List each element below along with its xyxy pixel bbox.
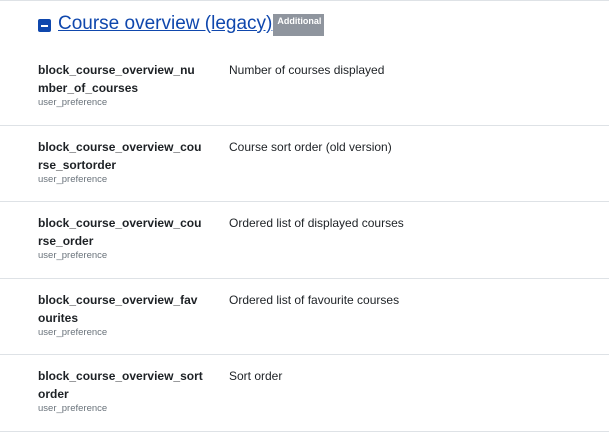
item-description: Sort order — [229, 369, 283, 383]
item-name-line: block_course_overview_cou — [38, 139, 202, 154]
item-description: Number of courses displayed — [229, 63, 385, 77]
item-name: block_course_overview_sort order — [38, 367, 210, 403]
item-name-line: order — [38, 387, 69, 401]
item-type: user_preference — [38, 326, 108, 338]
additional-badge: Additional — [273, 14, 325, 36]
section-header: Course overview (legacy) Additional — [38, 12, 325, 36]
item-type: user_preference — [38, 403, 108, 414]
item-type: user_preference — [38, 250, 108, 261]
collapse-icon[interactable] — [38, 19, 51, 32]
item-type: user_preference — [38, 173, 108, 185]
list-item: block_course_overview_cou rse_sortorder … — [0, 126, 609, 202]
privacy-registry-page: Course overview (legacy) Additional bloc… — [0, 0, 609, 432]
item-type: user_preference — [38, 97, 108, 108]
metadata-list: block_course_overview_nu mber_of_courses… — [0, 49, 609, 432]
item-name-line: block_course_overview_cou — [38, 216, 202, 230]
item-name-line: mber_of_courses — [38, 81, 139, 95]
item-name-line: block_course_overview_nu — [38, 63, 195, 77]
item-name: block_course_overview_cou rse_sortorder — [38, 138, 210, 174]
list-item: block_course_overview_cou rse_order user… — [0, 202, 609, 279]
item-name: block_course_overview_cou rse_order — [38, 214, 210, 250]
item-name: block_course_overview_fav ourites — [38, 291, 210, 327]
item-name-line: block_course_overview_sort — [38, 369, 203, 383]
item-name-line: block_course_overview_fav — [38, 292, 198, 307]
section-title-link[interactable]: Course overview (legacy) — [58, 12, 272, 36]
item-name-line: rse_sortorder — [38, 157, 117, 172]
item-description: Ordered list of displayed courses — [229, 216, 404, 230]
item-description: Course sort order (old version) — [229, 139, 392, 154]
list-item: block_course_overview_nu mber_of_courses… — [0, 49, 609, 126]
item-name: block_course_overview_nu mber_of_courses — [38, 61, 210, 97]
item-description: Ordered list of favourite courses — [229, 292, 400, 307]
item-name-line: rse_order — [38, 234, 94, 248]
list-item: block_course_overview_fav ourites user_p… — [0, 279, 609, 355]
item-name-line: ourites — [38, 310, 79, 325]
list-item: block_course_overview_sort order user_pr… — [0, 355, 609, 432]
